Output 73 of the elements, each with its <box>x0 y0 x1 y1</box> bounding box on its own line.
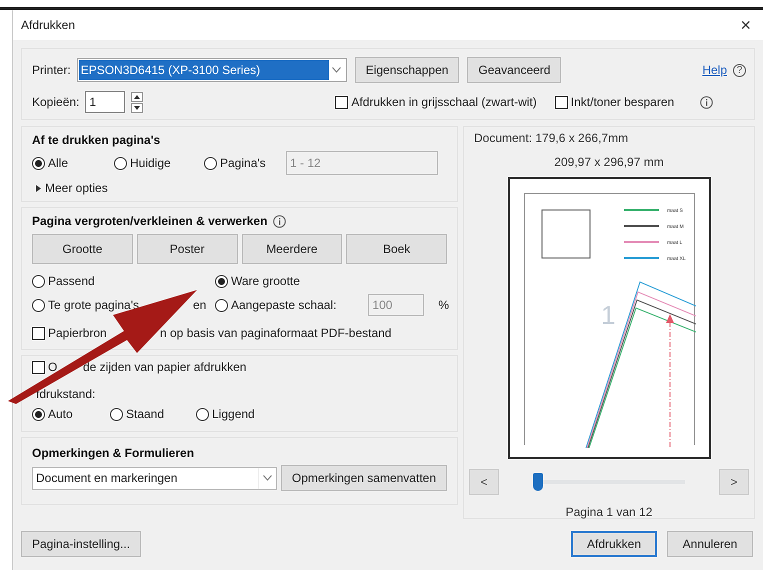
radio-label[interactable]: en <box>193 298 206 312</box>
printer-dropdown[interactable]: EPSON3D6415 (XP-3100 Series) <box>76 58 347 82</box>
radio-label[interactable]: Staand <box>126 407 164 421</box>
next-page-button[interactable]: > <box>719 469 749 495</box>
comments-dropdown[interactable]: Document en markeringen <box>32 466 277 490</box>
more-options-link[interactable]: Meer opties <box>45 181 108 195</box>
radio-label[interactable]: Pagina's <box>220 156 266 170</box>
spin-down-button[interactable] <box>131 102 144 112</box>
radio-button[interactable] <box>215 274 228 288</box>
previous-page-button[interactable]: < <box>469 469 499 495</box>
spin-up-button[interactable] <box>131 92 144 102</box>
checkbox-label[interactable]: de zijden van papier afdrukken <box>83 360 246 374</box>
summarize-comments-button[interactable]: Opmerkingen samenvatten <box>280 465 447 491</box>
chevron-down-icon <box>332 67 342 73</box>
copies-label: Kopieën: <box>32 95 80 109</box>
radio-label[interactable]: Passend <box>48 274 95 288</box>
radio-button[interactable] <box>32 298 45 312</box>
radio-label[interactable]: Te grote pagina's <box>48 298 140 312</box>
up-triangle-icon <box>134 94 140 98</box>
chevron-down-icon <box>262 475 272 481</box>
properties-button[interactable]: Eigenschappen <box>354 57 460 83</box>
radio-label[interactable]: Liggend <box>212 407 255 421</box>
radio-button[interactable] <box>196 408 209 420</box>
checkbox[interactable] <box>554 96 568 108</box>
square-drawing <box>541 210 590 258</box>
cancel-button[interactable]: Annuleren <box>667 531 753 557</box>
radio-button[interactable] <box>110 408 123 420</box>
radio-label[interactable]: Alle <box>48 156 68 170</box>
expand-triangle-icon <box>36 184 41 192</box>
layout-button[interactable]: Boek <box>346 234 447 264</box>
document-size: Document: 179,6 x 266,7mm <box>474 131 628 145</box>
layout-button[interactable]: Poster <box>136 234 238 264</box>
help-icon[interactable]: ? <box>733 64 746 76</box>
close-button[interactable]: × <box>736 14 755 36</box>
radio-button[interactable] <box>32 408 45 420</box>
window-title: Afdrukken <box>21 18 76 32</box>
copies-field[interactable]: 1 <box>85 91 126 113</box>
section-title: Af te drukken pagina's <box>32 133 162 147</box>
slider-thumb[interactable] <box>533 473 543 491</box>
checkbox-label[interactable]: Afdrukken in grijsschaal (zwart-wit) <box>351 95 537 109</box>
down-triangle-icon <box>134 106 140 110</box>
paper-size: 209,97 x 296,97 mm <box>554 155 664 169</box>
page-indicator: Pagina 1 van 12 <box>566 505 652 519</box>
help-link[interactable]: Help <box>702 63 727 77</box>
info-icon <box>700 96 714 108</box>
radio-label[interactable]: Huidige <box>130 156 171 170</box>
checkbox[interactable] <box>335 96 348 108</box>
radio-button[interactable] <box>215 298 228 312</box>
radio-label[interactable]: Auto <box>48 407 73 421</box>
printer-label: Printer: <box>32 63 71 77</box>
advanced-button[interactable]: Geavanceerd <box>467 57 562 83</box>
radio-label[interactable]: Aangepaste schaal: <box>231 298 336 312</box>
print-button[interactable]: Afdrukken <box>571 531 657 557</box>
radio-button[interactable] <box>114 156 127 170</box>
checkbox[interactable] <box>32 360 45 374</box>
page-number: 1 <box>600 300 615 330</box>
section-title: Pagina vergroten/verkleinen & verwerken <box>32 214 268 228</box>
checkbox-label[interactable]: Papierbron <box>48 326 107 340</box>
radio-button[interactable] <box>32 156 45 170</box>
radio-button[interactable] <box>204 156 217 170</box>
checkbox[interactable] <box>32 326 45 340</box>
layout-button[interactable]: Meerdere <box>242 234 342 264</box>
checkbox-label[interactable]: Inkt/toner besparen <box>570 95 674 109</box>
info-icon <box>273 214 286 228</box>
orientation-label: fdrukstand: <box>36 387 96 401</box>
section-title: Opmerkingen & Formulieren <box>32 446 196 460</box>
page-setup-button[interactable]: Pagina-instelling... <box>21 531 142 557</box>
layout-button[interactable]: Grootte <box>32 234 133 264</box>
radio-button[interactable] <box>32 274 45 288</box>
percent-label: % <box>438 298 450 312</box>
checkbox-label[interactable]: O <box>48 360 58 374</box>
checkbox-label[interactable]: n op basis van paginaformaat PDF-bestand <box>160 326 392 340</box>
radio-label[interactable]: Ware grootte <box>231 274 300 288</box>
